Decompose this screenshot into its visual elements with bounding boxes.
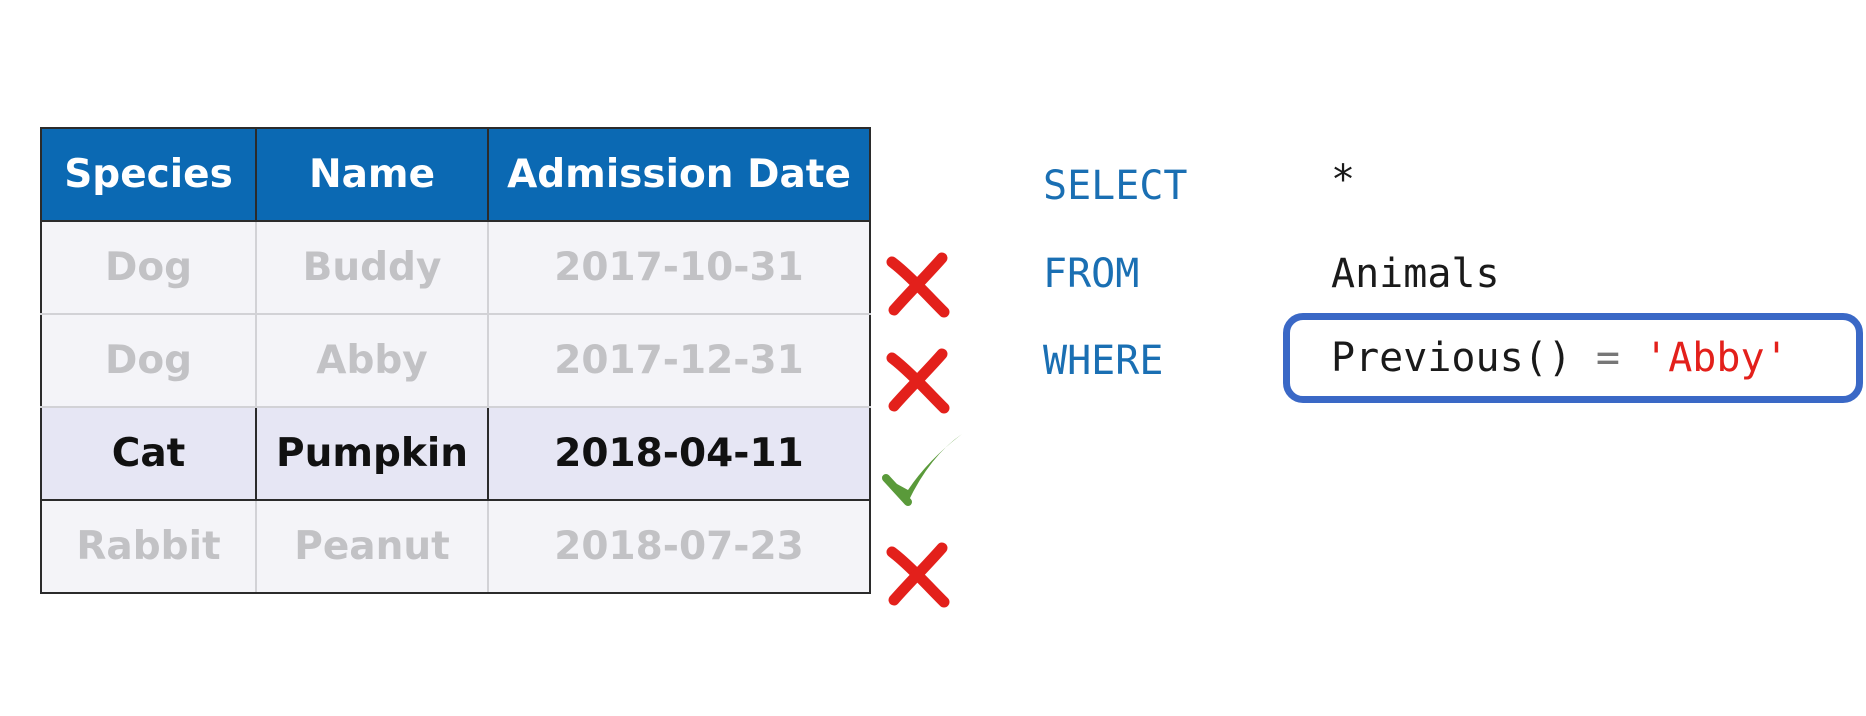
cell-name: Abby [255,313,489,408]
cell-admission-date: 2017-12-31 [487,313,871,408]
cell-name: Pumpkin [255,406,489,501]
table-header-row: Species Name Admission Date [40,127,871,222]
check-mark-icon [882,434,962,506]
cross-mark-icon [886,348,950,414]
table-row: Dog Abby 2017-12-31 [40,313,871,408]
animals-table: Species Name Admission Date Dog Buddy 20… [40,127,871,594]
header-species: Species [40,127,257,222]
sql-select-keyword: SELECT [1043,163,1188,209]
sql-where-operator: = [1595,335,1621,381]
cell-admission-date: 2018-04-11 [487,406,871,501]
sql-where-value: 'Abby' [1644,335,1789,381]
cell-name: Peanut [255,499,489,594]
sql-where-condition: Previous() = 'Abby' [1331,334,1789,382]
table-row: Dog Buddy 2017-10-31 [40,220,871,315]
table-row-matched: Cat Pumpkin 2018-04-11 [40,406,871,501]
sql-where-keyword: WHERE [1043,338,1164,384]
cell-admission-date: 2017-10-31 [487,220,871,315]
cell-species: Dog [40,220,257,315]
cell-name: Buddy [255,220,489,315]
sql-from-table: Animals [1331,251,1500,297]
cross-mark-icon [886,252,950,318]
header-admission-date: Admission Date [487,127,871,222]
sql-where-function: Previous() [1331,335,1572,381]
cross-mark-icon [886,542,950,608]
cell-admission-date: 2018-07-23 [487,499,871,594]
cell-species: Cat [40,406,257,501]
header-name: Name [255,127,489,222]
cell-species: Rabbit [40,499,257,594]
table-row: Rabbit Peanut 2018-07-23 [40,499,871,594]
sql-from-keyword: FROM [1043,251,1140,297]
sql-select-argument: * [1331,157,1356,203]
cell-species: Dog [40,313,257,408]
